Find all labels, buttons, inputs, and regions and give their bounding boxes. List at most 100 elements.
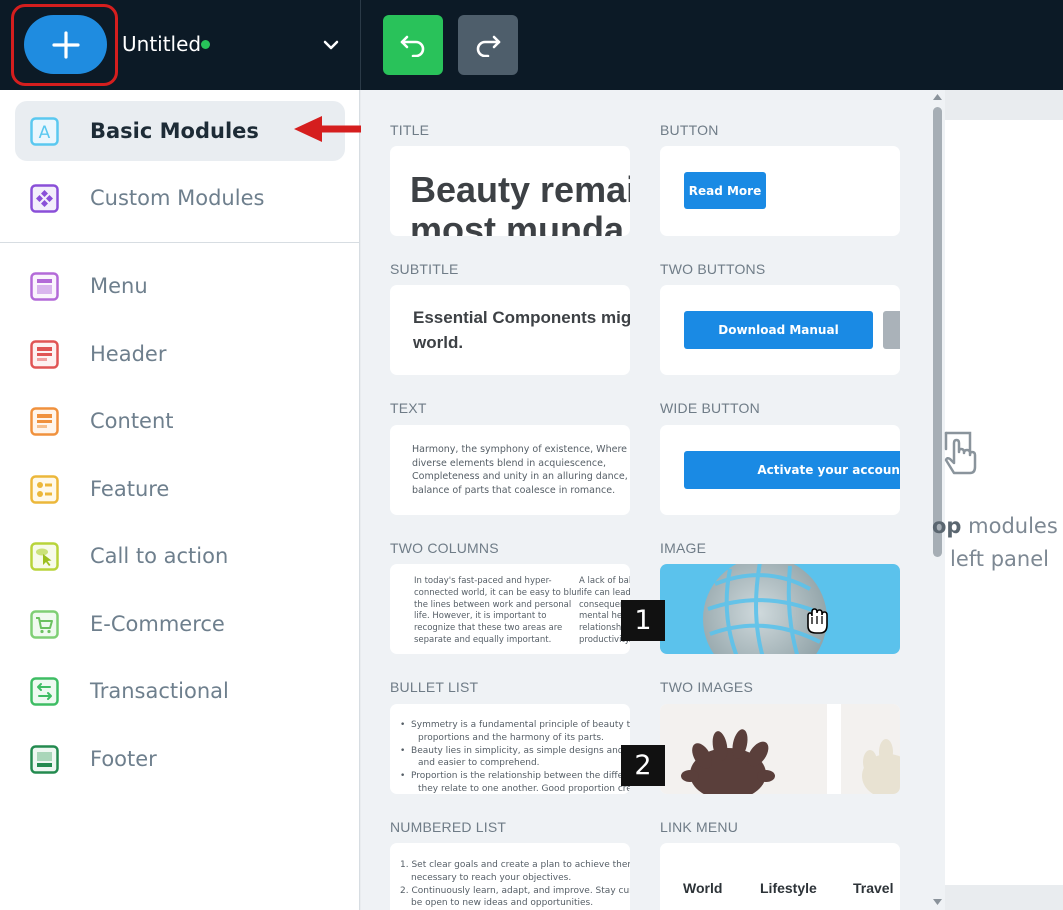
undo-icon [400,35,425,57]
header-icon [30,340,59,369]
sidebar-item-transactional[interactable]: Transactional [15,661,345,721]
module-card-two-columns[interactable]: In today's fast-paced and hyper- connect… [390,564,630,654]
module-card-two-images[interactable] [660,704,900,794]
module-label-wide-button: WIDE BUTTON [660,400,760,416]
col1-preview-line: separate and equally important. [414,634,552,645]
call-to-action-icon [30,542,59,571]
read-more-preview-button: Read More [684,172,766,209]
text-preview-line: balance of parts that coalesce in romanc… [412,484,616,496]
feature-icon [30,475,59,504]
document-title[interactable]: Untitled [122,32,201,56]
bullet-item: • Proportion is the relationship between… [400,771,627,782]
scrollbar-thumb[interactable] [933,107,942,557]
module-card-image[interactable] [660,564,900,654]
text-preview-line: diverse elements blend in acquiescence, [412,457,606,469]
text-preview-line: Completeness and unity in an alluring da… [412,471,630,482]
link-menu-item: Travel [853,880,894,896]
col1-preview-line: In today's fast-paced and hyper- [414,576,552,586]
annotation-badge-1: 1 [621,600,665,641]
module-label-link-menu: LINK MENU [660,819,739,835]
module-label-image: IMAGE [660,540,707,556]
modules-panel: TITLE Beauty remai most munda BUTTON Rea… [361,90,945,910]
hand-drag-icon [944,431,977,475]
canvas-sheet[interactable] [945,120,1063,885]
module-label-text: TEXT [390,400,427,416]
sidebar-item-label: Feature [90,477,170,501]
col2-preview-line: life can lead t [579,587,630,598]
redo-button[interactable] [458,15,518,75]
sidebar-item-ecommerce[interactable]: E-Commerce [15,594,345,654]
link-menu-item: World [683,880,723,896]
sidebar-item-custom-modules[interactable]: Custom Modules [15,168,345,228]
module-card-text[interactable]: Harmony, the symphony of existence, Wher… [390,425,630,515]
module-label-two-columns: TWO COLUMNS [390,540,499,556]
sidebar-item-label: Content [90,409,174,433]
sculpture-image [703,564,827,654]
title-preview-line1: Beauty remai [410,169,630,210]
bullet-item: • Beauty lies in simplicity, as simple d… [400,745,630,756]
custom-modules-icon [30,184,59,213]
module-card-bullet-list[interactable]: • Symmetry is a fundamental principle of… [390,704,630,794]
plus-icon [51,30,80,59]
sidebar-divider [0,242,360,243]
bullet-item-cont: proportions and the harmony of its parts… [418,732,604,743]
canvas-hint-line1: op modules [932,514,1058,538]
module-label-two-buttons: TWO BUTTONS [660,261,766,277]
col1-preview-line: connected world, it can be easy to blur [414,587,581,598]
scroll-up-arrow-icon[interactable] [932,93,943,101]
download-manual-preview-button: Download Manual [684,311,873,349]
module-label-bullet-list: BULLET LIST [390,679,479,695]
canvas-hint-line2: left panel [950,547,1049,571]
subtitle-preview-line2: world. [413,333,464,352]
numbered-item-cont: necessary to reach your objectives. [411,872,572,883]
activate-account-preview-button: Activate your account [684,451,900,489]
module-label-two-images: TWO IMAGES [660,679,753,695]
sidebar-item-label: Transactional [90,679,229,703]
sidebar-item-label: Footer [90,747,157,771]
annotation-badge-2: 2 [621,745,665,786]
bullet-item-cont: and easier to comprehend. [418,758,540,769]
sidebar-item-label: Custom Modules [90,186,265,210]
module-card-subtitle[interactable]: Essential Components might world. [390,285,630,375]
sidebar-item-label: Menu [90,274,148,298]
numbered-item: 1. Set clear goals and create a plan to … [400,860,630,870]
module-label-numbered-list: NUMBERED LIST [390,819,507,835]
bullet-item-cont: they relate to one another. Good proport… [418,783,630,794]
transactional-icon [30,677,59,706]
hand-grab-cursor-icon [807,608,828,634]
sidebar-item-menu[interactable]: Menu [15,256,345,316]
title-preview-line2: most munda [410,209,625,237]
module-label-subtitle: SUBTITLE [390,261,459,277]
text-preview-line: Harmony, the symphony of existence, Wher… [412,444,627,455]
saved-status-dot [201,40,210,49]
module-card-wide-button[interactable]: Activate your account [660,425,900,515]
module-card-two-buttons[interactable]: Download Manual [660,285,900,375]
module-card-numbered-list[interactable]: 1. Set clear goals and create a plan to … [390,843,630,910]
add-module-button[interactable] [24,15,107,74]
module-card-button[interactable]: Read More [660,146,900,236]
sidebar-item-footer[interactable]: Footer [15,729,345,789]
menu-icon [30,272,59,301]
sidebar-item-label: Header [90,342,167,366]
link-menu-item: Lifestyle [760,880,817,896]
sidebar-item-feature[interactable]: Feature [15,459,345,519]
redo-icon [476,35,501,57]
sidebar-item-header[interactable]: Header [15,324,345,384]
basic-modules-icon: A [30,117,59,146]
scroll-down-arrow-icon[interactable] [932,898,943,906]
svg-text:A: A [39,123,51,143]
sidebar: A Basic Modules Custom Modules Menu Head… [0,90,360,910]
sidebar-item-label: Call to action [90,544,229,568]
bullet-item: • Symmetry is a fundamental principle of… [400,720,630,730]
sidebar-item-call-to-action[interactable]: Call to action [15,526,345,586]
sidebar-item-label: Basic Modules [90,119,259,143]
footer-icon [30,745,59,774]
module-card-title[interactable]: Beauty remai most munda [390,146,630,236]
module-card-link-menu[interactable]: World Lifestyle Travel [660,843,900,910]
sidebar-item-content[interactable]: Content [15,391,345,451]
undo-button[interactable] [383,15,443,75]
numbered-item-cont: be open to new ideas and opportunities. [411,898,594,909]
content-icon [30,407,59,436]
col1-preview-line: the lines between work and personal [414,599,572,610]
chevron-down-icon[interactable] [322,36,340,54]
